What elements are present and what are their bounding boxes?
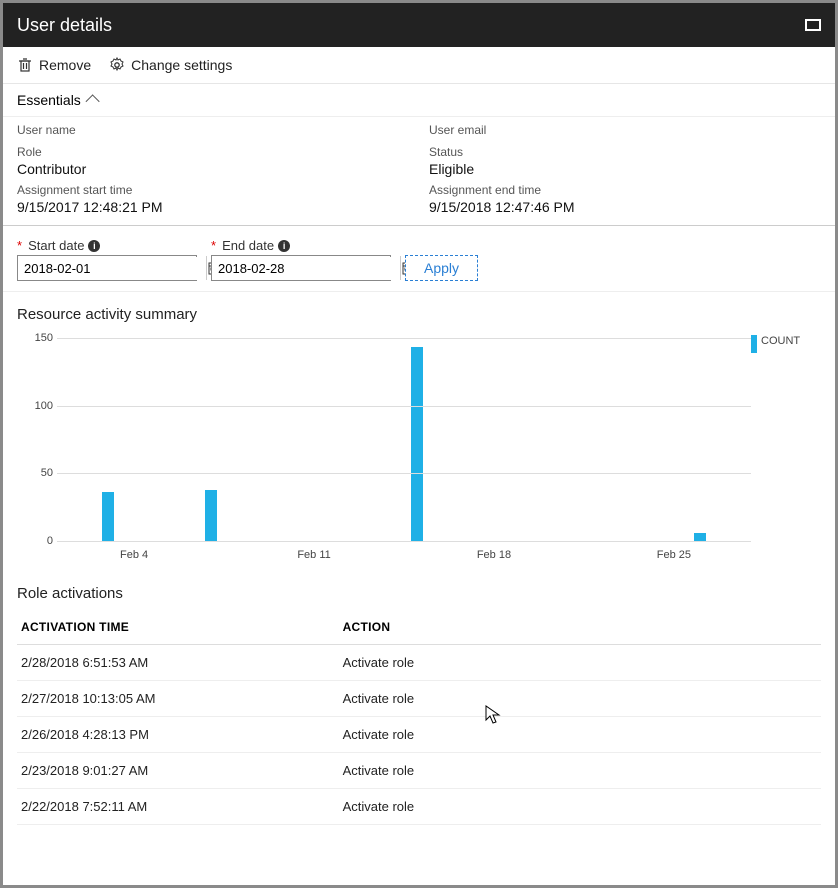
start-date-input[interactable] <box>18 257 206 280</box>
assignment-end-field: Assignment end time 9/15/2018 12:47:46 P… <box>429 183 821 215</box>
chart-y-tick: 0 <box>17 535 53 547</box>
chart-gridline <box>57 541 751 542</box>
chart-gridline <box>57 406 751 407</box>
legend-label: COUNT <box>761 335 800 347</box>
cell-activation-time: 2/26/2018 4:28:13 PM <box>17 717 339 753</box>
role-field: Role Contributor <box>17 145 409 177</box>
chart-x-tick: Feb 25 <box>657 549 691 561</box>
chart-x-tick: Feb 4 <box>120 549 148 561</box>
assignment-start-field: Assignment start time 9/15/2017 12:48:21… <box>17 183 409 215</box>
remove-button[interactable]: Remove <box>17 57 91 73</box>
role-activations-title: Role activations <box>3 571 835 610</box>
user-name-label: User name <box>17 123 409 137</box>
user-name-field: User name <box>17 123 409 139</box>
activations-table: ACTIVATION TIME ACTION 2/28/2018 6:51:53… <box>17 610 821 825</box>
activity-chart-wrap: 0 50 100 150 Feb 4 Feb 11 Feb 18 Feb 25 COUNT <box>3 331 835 571</box>
col-action[interactable]: ACTION <box>339 610 821 645</box>
assignment-start-value: 9/15/2017 12:48:21 PM <box>17 199 409 215</box>
essentials-header-label: Essentials <box>17 92 81 108</box>
cell-activation-time: 2/28/2018 6:51:53 AM <box>17 645 339 681</box>
remove-label: Remove <box>39 57 91 73</box>
change-settings-button[interactable]: Change settings <box>109 57 232 73</box>
table-row[interactable]: 2/26/2018 4:28:13 PMActivate role <box>17 717 821 753</box>
titlebar: User details <box>3 3 835 47</box>
assignment-start-label: Assignment start time <box>17 183 409 197</box>
activity-chart: 0 50 100 150 Feb 4 Feb 11 Feb 18 Feb 25 <box>17 331 751 561</box>
table-row[interactable]: 2/28/2018 6:51:53 AMActivate role <box>17 645 821 681</box>
date-filter-row: * Start date i * End date i <box>3 226 835 292</box>
cell-action: Activate role <box>339 789 821 825</box>
activity-summary-title: Resource activity summary <box>3 292 835 331</box>
end-date-input-wrap[interactable] <box>211 255 391 281</box>
assignment-end-label: Assignment end time <box>429 183 821 197</box>
gear-icon <box>109 57 125 73</box>
chart-plot-area <box>57 331 751 541</box>
trash-icon <box>17 57 33 73</box>
chart-y-tick: 50 <box>17 467 53 479</box>
chart-x-tick: Feb 18 <box>477 549 511 561</box>
start-date-field: * Start date i <box>17 238 197 281</box>
cell-action: Activate role <box>339 681 821 717</box>
chart-gridline <box>57 473 751 474</box>
status-field: Status Eligible <box>429 145 821 177</box>
table-row[interactable]: 2/22/2018 7:52:11 AMActivate role <box>17 789 821 825</box>
info-icon[interactable]: i <box>278 240 290 252</box>
apply-button[interactable]: Apply <box>405 255 478 281</box>
role-label: Role <box>17 145 409 159</box>
chart-gridline <box>57 338 751 339</box>
user-details-panel: User details Remove Change settings Esse… <box>3 3 835 885</box>
end-date-field: * End date i <box>211 238 391 281</box>
maximize-icon[interactable] <box>805 19 821 31</box>
user-email-field: User email <box>429 123 821 139</box>
essentials-toggle[interactable]: Essentials <box>3 84 835 117</box>
table-row[interactable]: 2/27/2018 10:13:05 AMActivate role <box>17 681 821 717</box>
essentials-body: User name User email Role Contributor St… <box>3 117 835 226</box>
chart-x-tick: Feb 11 <box>297 549 330 561</box>
activations-table-wrap: ACTIVATION TIME ACTION 2/28/2018 6:51:53… <box>3 610 835 825</box>
role-value: Contributor <box>17 161 409 177</box>
info-icon[interactable]: i <box>88 240 100 252</box>
settings-label: Change settings <box>131 57 232 73</box>
cell-action: Activate role <box>339 717 821 753</box>
start-date-label: * Start date i <box>17 238 197 253</box>
chart-bar[interactable] <box>411 347 423 541</box>
cell-activation-time: 2/22/2018 7:52:11 AM <box>17 789 339 825</box>
chart-bar[interactable] <box>205 490 217 541</box>
chart-y-tick: 150 <box>17 332 53 344</box>
toolbar: Remove Change settings <box>3 47 835 84</box>
page-title: User details <box>17 15 112 36</box>
chart-bar[interactable] <box>102 492 114 541</box>
chart-legend: COUNT <box>751 331 821 561</box>
legend-swatch <box>751 335 757 353</box>
chart-y-tick: 100 <box>17 400 53 412</box>
end-date-input[interactable] <box>212 257 400 280</box>
table-header-row: ACTIVATION TIME ACTION <box>17 610 821 645</box>
status-label: Status <box>429 145 821 159</box>
user-email-label: User email <box>429 123 821 137</box>
cell-action: Activate role <box>339 753 821 789</box>
cell-action: Activate role <box>339 645 821 681</box>
chevron-up-icon <box>85 94 99 108</box>
status-value: Eligible <box>429 161 821 177</box>
required-mark: * <box>211 238 216 253</box>
start-date-input-wrap[interactable] <box>17 255 197 281</box>
required-mark: * <box>17 238 22 253</box>
end-date-label: * End date i <box>211 238 391 253</box>
cell-activation-time: 2/23/2018 9:01:27 AM <box>17 753 339 789</box>
chart-bar[interactable] <box>694 533 706 541</box>
assignment-end-value: 9/15/2018 12:47:46 PM <box>429 199 821 215</box>
titlebar-controls <box>805 19 821 31</box>
col-activation-time[interactable]: ACTIVATION TIME <box>17 610 339 645</box>
cell-activation-time: 2/27/2018 10:13:05 AM <box>17 681 339 717</box>
table-row[interactable]: 2/23/2018 9:01:27 AMActivate role <box>17 753 821 789</box>
